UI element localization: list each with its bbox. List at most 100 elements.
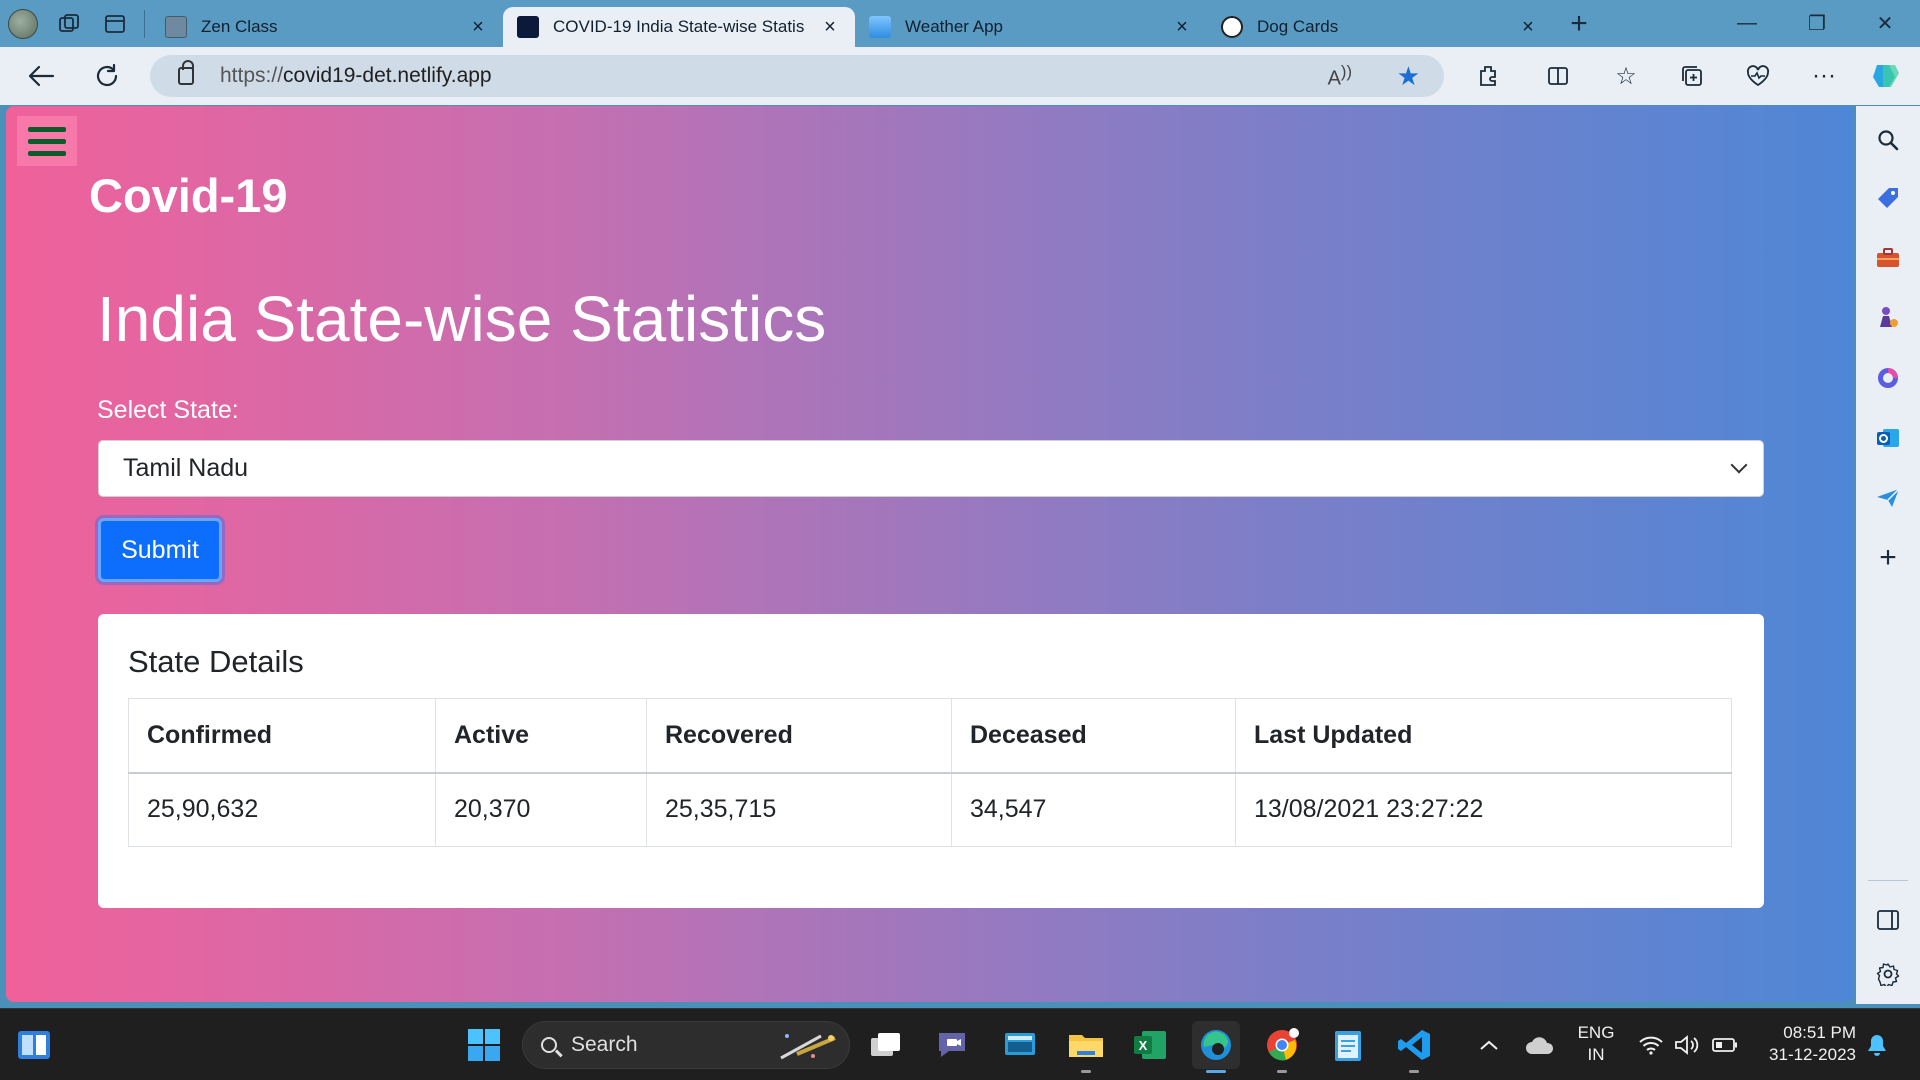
- tab-dog-cards[interactable]: Dog Cards ×: [1207, 7, 1553, 47]
- split-screen-icon[interactable]: [1530, 47, 1586, 105]
- cell-active: 20,370: [435, 772, 647, 847]
- profile-button[interactable]: [0, 4, 46, 44]
- hamburger-menu-icon[interactable]: [17, 116, 77, 166]
- submit-button[interactable]: Submit: [98, 518, 222, 582]
- back-arrow-icon: [28, 65, 55, 87]
- read-aloud-icon[interactable]: A)): [1328, 62, 1352, 91]
- extensions-icon[interactable]: [1460, 47, 1516, 105]
- workspaces-button[interactable]: [46, 4, 92, 44]
- table-header-row: Confirmed Active Recovered Deceased Last…: [128, 698, 1732, 774]
- search-icon: [541, 1037, 557, 1053]
- taskbar-search[interactable]: Search: [522, 1021, 850, 1069]
- tab-covid19[interactable]: COVID-19 India State-wise Statis ×: [503, 7, 855, 47]
- vscode-icon[interactable]: [1390, 1021, 1438, 1073]
- workspaces-icon: [59, 13, 79, 32]
- tab-title: Zen Class: [201, 17, 278, 36]
- zen-class-favicon: [165, 16, 187, 38]
- start-button-icon[interactable]: [460, 1021, 508, 1069]
- url-text[interactable]: https://covid19-det.netlify.app: [220, 64, 492, 88]
- hide-sidebar-icon[interactable]: [1872, 904, 1904, 936]
- refresh-button[interactable]: [74, 47, 140, 105]
- brand-title: Covid-19: [89, 169, 288, 222]
- minimize-button[interactable]: —: [1712, 0, 1782, 47]
- taskbar: Search X ENG IN 08:51 PM 31-12-2023: [0, 1008, 1920, 1080]
- wifi-icon[interactable]: [1638, 1009, 1664, 1080]
- new-tab-button[interactable]: +: [1559, 4, 1599, 44]
- chrome-icon[interactable]: [1258, 1021, 1306, 1073]
- cell-deceased: 34,547: [951, 772, 1236, 847]
- search-icon[interactable]: [1872, 124, 1904, 156]
- tab-title: COVID-19 India State-wise Statis: [553, 17, 805, 36]
- header-confirmed: Confirmed: [128, 698, 436, 774]
- language-indicator[interactable]: ENG IN: [1574, 1022, 1618, 1066]
- notepad-icon[interactable]: [1324, 1021, 1372, 1069]
- tab-actions-button[interactable]: [92, 4, 138, 44]
- copilot-sidebar-icon[interactable]: [1872, 362, 1904, 394]
- restore-button[interactable]: ❐: [1782, 0, 1852, 47]
- volume-icon[interactable]: [1674, 1009, 1700, 1080]
- shopping-tag-icon[interactable]: [1872, 182, 1904, 214]
- favorite-star-icon[interactable]: ★: [1397, 61, 1420, 92]
- file-explorer-icon[interactable]: [1062, 1021, 1110, 1073]
- show-hidden-icons-chevron-icon[interactable]: [1478, 1009, 1500, 1080]
- outlook-icon[interactable]: [1872, 422, 1904, 454]
- games-icon[interactable]: [1872, 302, 1904, 334]
- close-window-button[interactable]: ✕: [1850, 0, 1920, 47]
- close-tab-icon[interactable]: ×: [467, 16, 489, 39]
- search-label: Search: [571, 1033, 638, 1056]
- close-tab-icon[interactable]: ×: [1171, 16, 1193, 39]
- tools-icon[interactable]: [1872, 242, 1904, 274]
- back-button[interactable]: [8, 47, 74, 105]
- send-icon[interactable]: [1872, 482, 1904, 514]
- clock-time: 08:51 PM: [1783, 1023, 1856, 1042]
- chevron-down-icon: [1730, 456, 1748, 474]
- excel-icon[interactable]: X: [1126, 1021, 1174, 1069]
- more-menu-icon[interactable]: ···: [1796, 47, 1852, 105]
- dog-favicon: [1221, 16, 1243, 38]
- vertical-tabs-icon: [105, 14, 125, 33]
- language-code: ENG: [1577, 1023, 1615, 1042]
- table-row: 25,90,632 20,370 25,35,715 34,547 13/08/…: [128, 772, 1732, 847]
- lock-icon[interactable]: [178, 60, 194, 85]
- copilot-icon[interactable]: [1858, 47, 1914, 105]
- tab-zen-class[interactable]: Zen Class ×: [151, 7, 503, 47]
- task-view-icon[interactable]: [862, 1021, 910, 1069]
- clock-date: 31-12-2023: [1769, 1045, 1856, 1064]
- close-tab-icon[interactable]: ×: [1517, 16, 1539, 39]
- battery-icon[interactable]: [1712, 1009, 1738, 1080]
- browser-essentials-icon[interactable]: [1730, 47, 1786, 105]
- widgets-icon[interactable]: [10, 1021, 58, 1069]
- selected-state-value: Tamil Nadu: [123, 454, 249, 482]
- cell-confirmed: 25,90,632: [128, 772, 436, 847]
- select-state-label: Select State:: [97, 396, 239, 424]
- notification-bell-icon[interactable]: [1866, 1009, 1888, 1080]
- header-deceased: Deceased: [951, 698, 1236, 774]
- search-highlight-icon: [780, 1034, 836, 1060]
- tab-strip: Zen Class × COVID-19 India State-wise St…: [0, 0, 1920, 47]
- region-code: IN: [1587, 1045, 1605, 1064]
- tab-title: Weather App: [905, 17, 1003, 36]
- refresh-icon: [96, 63, 118, 87]
- settings-gear-icon[interactable]: [1872, 958, 1904, 990]
- tab-title: Dog Cards: [1257, 17, 1339, 36]
- onedrive-cloud-icon[interactable]: [1524, 1009, 1556, 1080]
- profile-avatar: [8, 8, 38, 39]
- teams-chat-icon[interactable]: [928, 1021, 976, 1069]
- state-select[interactable]: Tamil Nadu: [98, 440, 1764, 497]
- edge-sidebar: +: [1856, 106, 1920, 1004]
- header-recovered: Recovered: [646, 698, 952, 774]
- address-bar[interactable]: https://covid19-det.netlify.app A)) ★: [150, 55, 1444, 97]
- close-tab-icon[interactable]: ×: [819, 16, 841, 39]
- web-page: Covid-19 India State-wise Statistics Sel…: [6, 106, 1854, 1002]
- favorites-icon[interactable]: ☆: [1598, 47, 1654, 105]
- tab-weather-app[interactable]: Weather App ×: [855, 7, 1207, 47]
- app-icon-screen[interactable]: [996, 1021, 1044, 1069]
- add-icon[interactable]: +: [1872, 541, 1904, 574]
- clock[interactable]: 08:51 PM 31-12-2023: [1752, 1022, 1856, 1066]
- state-details-table: Confirmed Active Recovered Deceased Last…: [128, 698, 1732, 847]
- page-heading: India State-wise Statistics: [97, 283, 827, 355]
- collections-icon[interactable]: [1664, 47, 1720, 105]
- edge-browser-icon[interactable]: [1192, 1021, 1240, 1073]
- header-last-updated: Last Updated: [1235, 698, 1732, 774]
- weather-favicon: [869, 16, 891, 38]
